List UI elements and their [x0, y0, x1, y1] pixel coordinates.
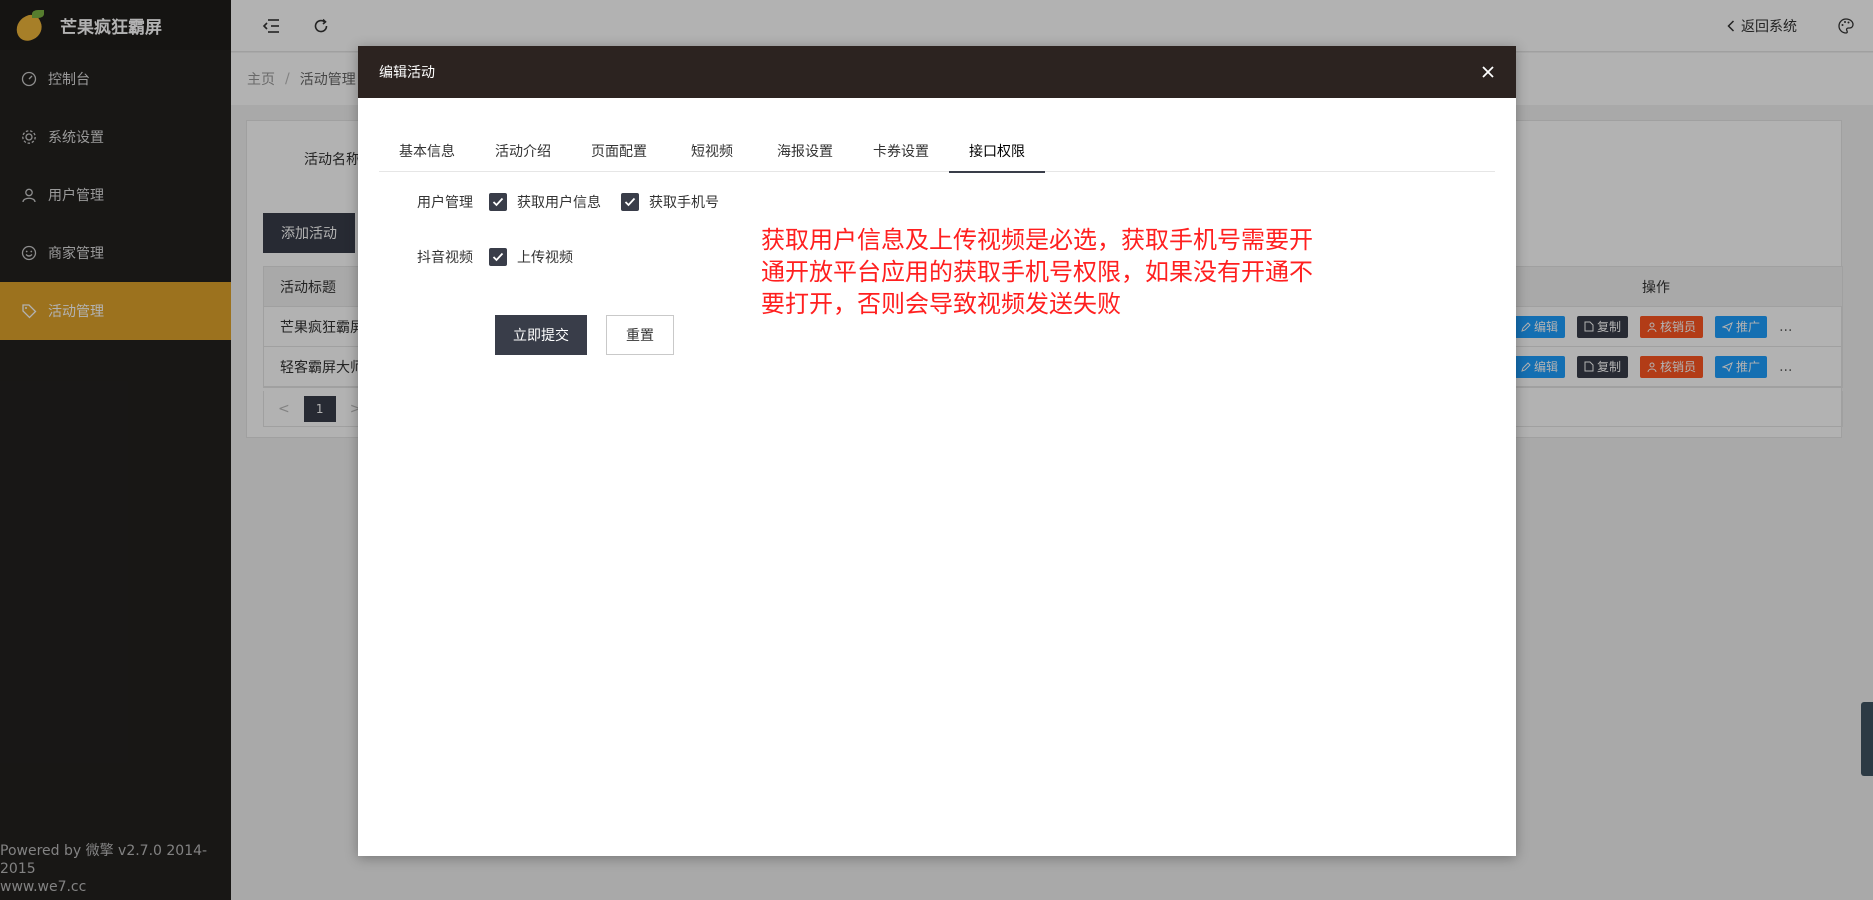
checkbox-checked-icon: [489, 193, 507, 211]
modal-title: 编辑活动: [379, 65, 435, 81]
douyin-video-label: 抖音视频: [417, 250, 473, 266]
edit-activity-modal: 编辑活动 基本信息 活动介绍 页面配置 短视频 海报设置 卡券设置 接口权限 用…: [358, 46, 1516, 856]
tab-api-permissions[interactable]: 接口权限: [949, 130, 1045, 173]
form-row-douyin-video: 抖音视频 上传视频: [379, 247, 593, 267]
tab-page-config[interactable]: 页面配置: [571, 130, 667, 172]
tab-basic-info[interactable]: 基本信息: [379, 130, 475, 172]
get-user-info-checkbox[interactable]: 获取用户信息: [489, 192, 601, 212]
tab-poster-settings[interactable]: 海报设置: [757, 130, 853, 172]
submit-button[interactable]: 立即提交: [495, 315, 587, 355]
checkbox-checked-icon: [621, 193, 639, 211]
get-user-info-label: 获取用户信息: [517, 195, 601, 211]
upload-video-checkbox[interactable]: 上传视频: [489, 247, 573, 267]
get-phone-checkbox[interactable]: 获取手机号: [621, 192, 719, 212]
annotation-note: 获取用户信息及上传视频是必选，获取手机号需要开通开放平台应用的获取手机号权限，如…: [761, 226, 1313, 318]
modal-tabs: 基本信息 活动介绍 页面配置 短视频 海报设置 卡券设置 接口权限: [379, 130, 1495, 173]
close-icon[interactable]: [1476, 60, 1500, 84]
user-management-label: 用户管理: [417, 195, 473, 211]
side-scroll-handle[interactable]: [1861, 702, 1873, 776]
modal-header: 编辑活动: [358, 46, 1516, 98]
reset-button[interactable]: 重置: [606, 315, 674, 355]
tab-coupon-settings[interactable]: 卡券设置: [853, 130, 949, 172]
tab-intro[interactable]: 活动介绍: [475, 130, 571, 172]
tab-short-video[interactable]: 短视频: [667, 130, 757, 172]
upload-video-label: 上传视频: [517, 250, 573, 266]
get-phone-label: 获取手机号: [649, 195, 719, 211]
checkbox-checked-icon: [489, 248, 507, 266]
form-row-user-management: 用户管理 获取用户信息 获取手机号: [379, 192, 739, 212]
